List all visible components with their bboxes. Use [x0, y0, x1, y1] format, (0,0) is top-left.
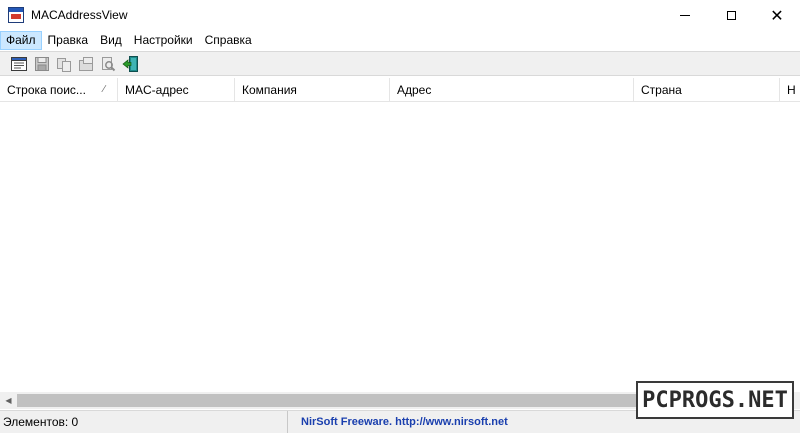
close-button[interactable]: ✕: [754, 0, 800, 31]
menu-edit[interactable]: Правка: [42, 31, 95, 50]
save-button[interactable]: [33, 55, 51, 73]
html-report-icon: [79, 57, 93, 71]
scroll-left-icon[interactable]: ◀: [0, 392, 17, 409]
column-address[interactable]: Адрес: [390, 78, 634, 102]
column-country[interactable]: Страна: [634, 78, 780, 102]
close-icon: ✕: [770, 5, 784, 25]
html-report-button[interactable]: [77, 55, 95, 73]
app-window: MACAddressView ✕ Файл Правка Вид Настрой…: [0, 0, 800, 433]
exit-icon: [122, 56, 138, 72]
minimize-button[interactable]: [662, 0, 708, 31]
toolbar: [0, 51, 800, 76]
column-mac-address[interactable]: MAC-адрес: [118, 78, 235, 102]
menu-help[interactable]: Справка: [199, 31, 258, 50]
menu-options[interactable]: Настройки: [128, 31, 199, 50]
column-next[interactable]: Н: [780, 78, 800, 102]
watermark-logo: PCPROGS.NET: [636, 381, 794, 419]
copy-icon: [57, 58, 71, 72]
window-title: MACAddressView: [31, 8, 128, 22]
column-search-string[interactable]: Строка поис... ∕: [0, 78, 118, 102]
save-icon: [35, 57, 49, 71]
sort-indicator-icon: ∕: [103, 84, 105, 95]
list-header: Строка поис... ∕ MAC-адрес Компания Адре…: [0, 78, 800, 102]
results-list[interactable]: Строка поис... ∕ MAC-адрес Компания Адре…: [0, 78, 800, 392]
menu-view[interactable]: Вид: [94, 31, 128, 50]
title-bar[interactable]: MACAddressView ✕: [0, 0, 800, 31]
scrollbar-thumb[interactable]: [17, 394, 737, 407]
maximize-icon: [726, 11, 736, 20]
menu-bar: Файл Правка Вид Настройки Справка: [0, 31, 800, 50]
nirsoft-credit-link[interactable]: NirSoft Freeware. http://www.nirsoft.net: [301, 411, 508, 433]
find-icon: [102, 57, 116, 72]
minimize-icon: [680, 15, 690, 16]
column-company[interactable]: Компания: [235, 78, 390, 102]
items-count: Элементов: 0: [0, 411, 288, 433]
exit-button[interactable]: [122, 55, 140, 73]
menu-file[interactable]: Файл: [0, 31, 42, 50]
app-icon: [8, 7, 24, 23]
properties-icon: [11, 57, 27, 71]
copy-button[interactable]: [55, 55, 73, 73]
maximize-button[interactable]: [708, 0, 754, 31]
properties-button[interactable]: [10, 55, 28, 73]
find-button[interactable]: [99, 55, 117, 73]
